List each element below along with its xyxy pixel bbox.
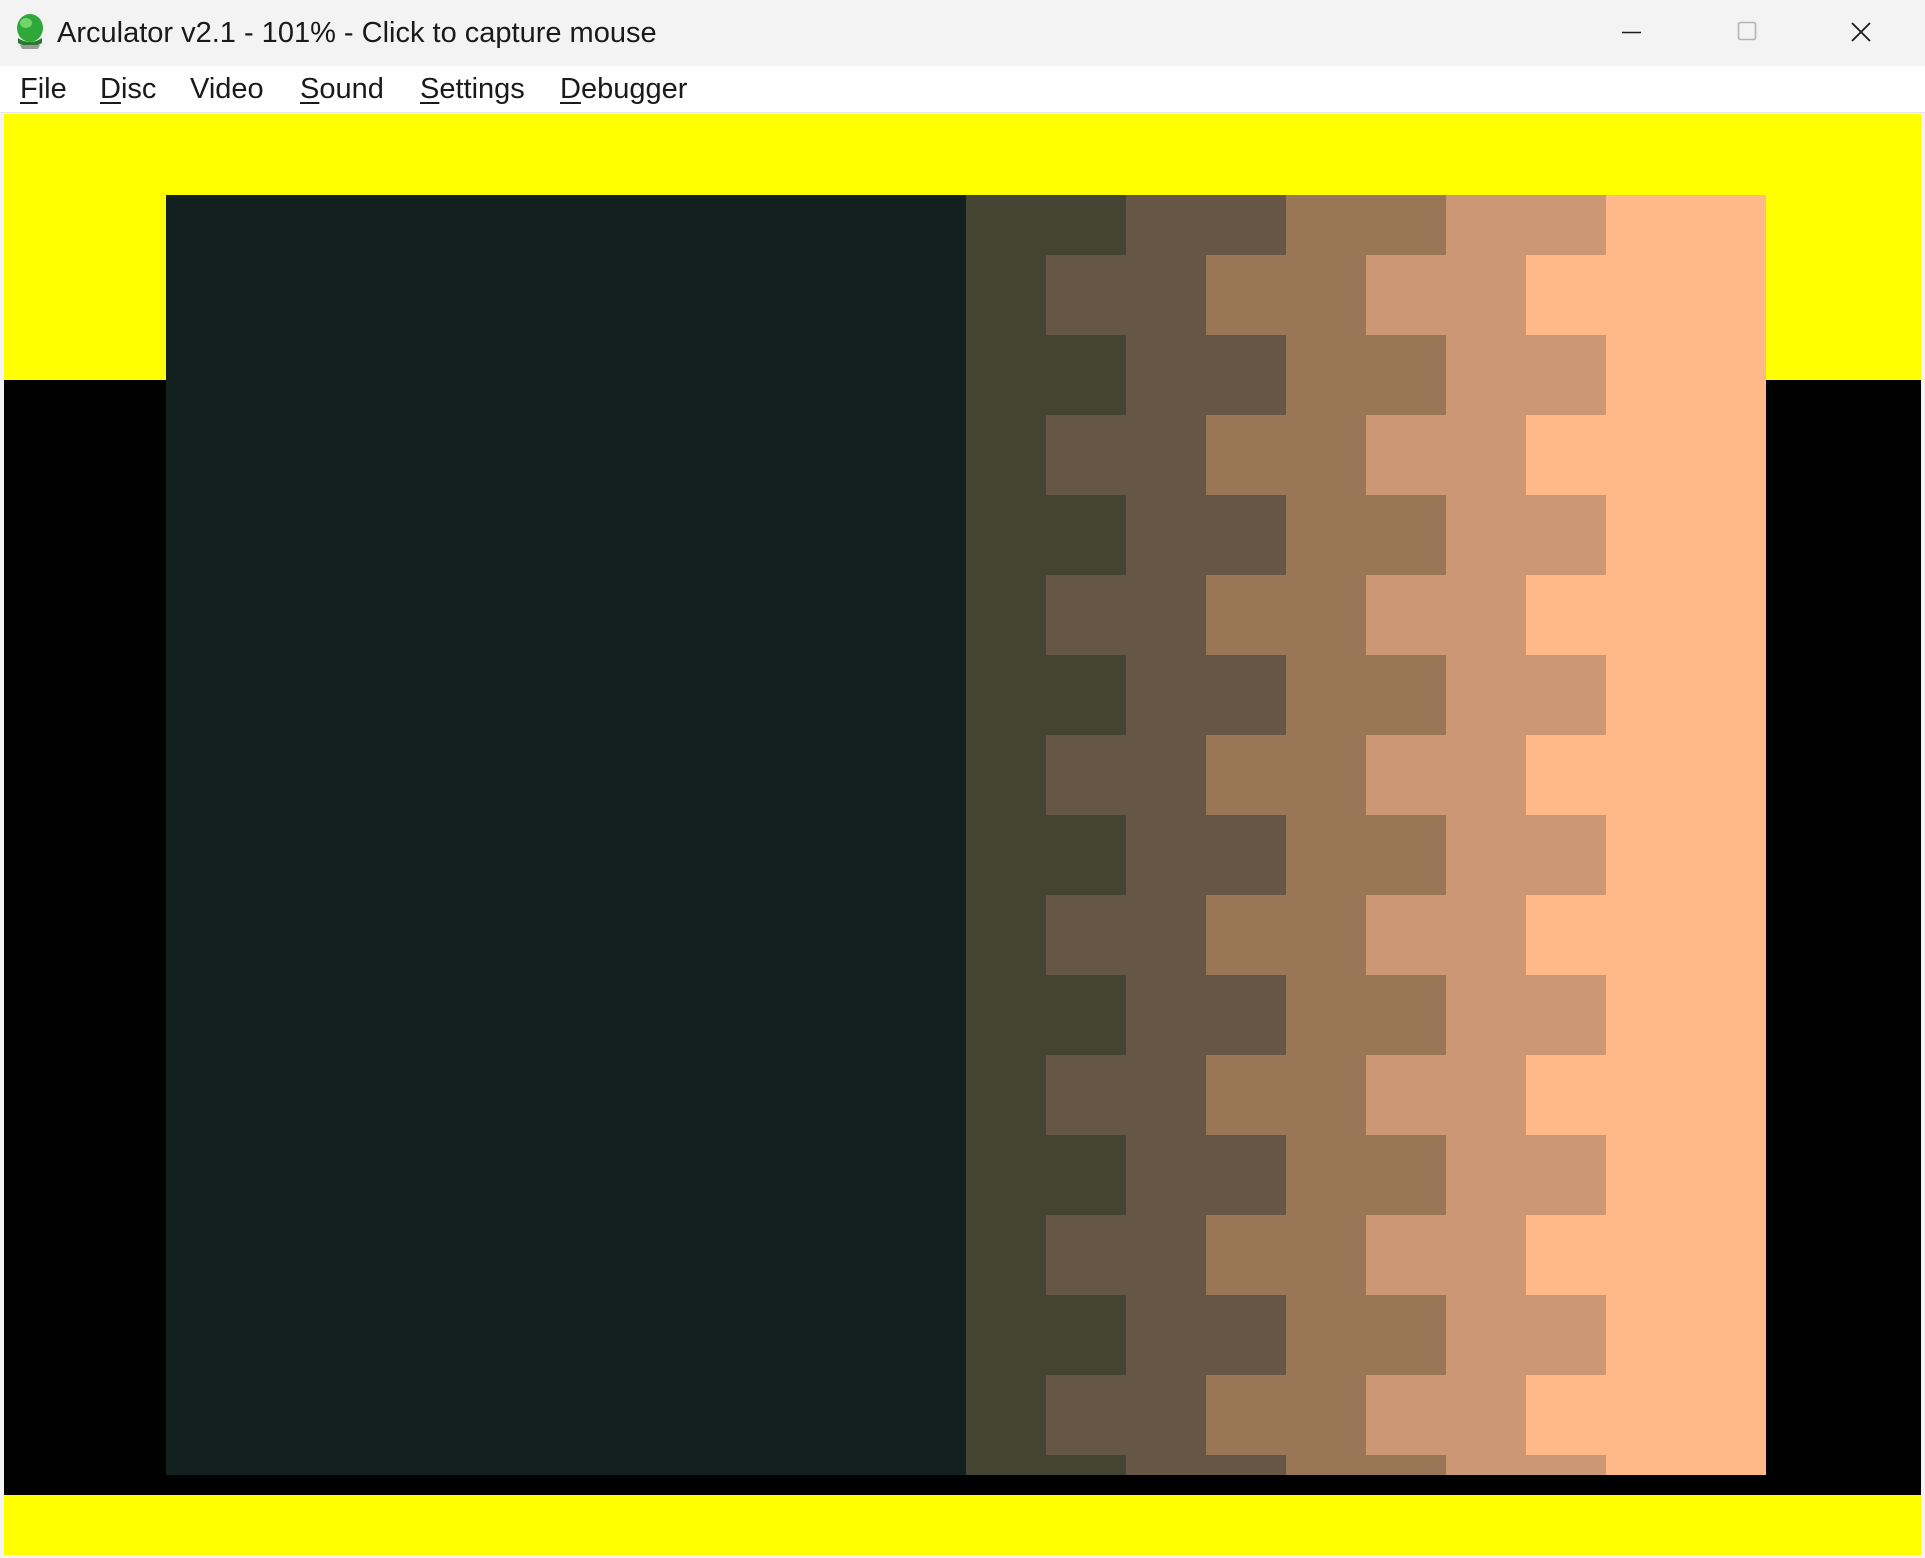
palette-notch [1366,415,1446,495]
emulated-screen [166,195,1766,1475]
palette-notch [1206,1375,1286,1455]
palette-notch [1206,415,1286,495]
arculator-window: Arculator v2.1 - 101% - Click to capture… [0,0,1925,1558]
minimize-button[interactable] [1574,0,1689,66]
maximize-icon [1737,21,1757,41]
palette-notch [1046,575,1126,655]
palette-notch [1526,255,1606,335]
palette-notch [1046,1375,1126,1455]
maximize-button[interactable] [1689,0,1804,66]
palette-notch [1046,415,1126,495]
menu-bar: File Disc Video Sound Settings Debugger [0,66,1925,113]
title-bar[interactable]: Arculator v2.1 - 101% - Click to capture… [0,0,1925,66]
palette-notch [1366,895,1446,975]
display-border-bottom [4,1495,1921,1555]
menu-disc[interactable]: Disc [100,72,156,106]
palette-notch [1526,895,1606,975]
palette-notch [1206,895,1286,975]
palette-notch [1366,575,1446,655]
window-title: Arculator v2.1 - 101% - Click to capture… [57,17,657,49]
palette-notch [1206,1215,1286,1295]
palette-notch [1206,255,1286,335]
palette-notch [1046,1215,1126,1295]
close-icon [1851,22,1871,42]
palette-notch [1046,735,1126,815]
palette-notch [1046,895,1126,975]
palette-notch [1526,1375,1606,1455]
palette-notch [1526,735,1606,815]
palette-notch [1526,1215,1606,1295]
menu-sound[interactable]: Sound [300,72,384,106]
minimize-icon [1622,31,1641,34]
palette-notch [1046,255,1126,335]
arculator-app-icon [14,12,46,52]
palette-notch [1206,575,1286,655]
menu-video[interactable]: Video [190,72,264,106]
palette-notch [1046,1055,1126,1135]
close-button[interactable] [1804,0,1919,66]
palette-notch [1206,1055,1286,1135]
palette-column [1606,195,1766,1475]
palette-notch [1366,1375,1446,1455]
palette-notch [1526,1055,1606,1135]
menu-file[interactable]: File [20,72,67,106]
palette-notch [1526,575,1606,655]
palette-notch [1206,735,1286,815]
palette-notch [1366,1215,1446,1295]
palette-notch [1366,255,1446,335]
palette-notch [1366,735,1446,815]
emulator-display[interactable] [4,114,1921,1555]
palette-notch [1366,1055,1446,1135]
menu-debugger[interactable]: Debugger [560,72,687,106]
menu-settings[interactable]: Settings [420,72,525,106]
palette-notch [1526,415,1606,495]
